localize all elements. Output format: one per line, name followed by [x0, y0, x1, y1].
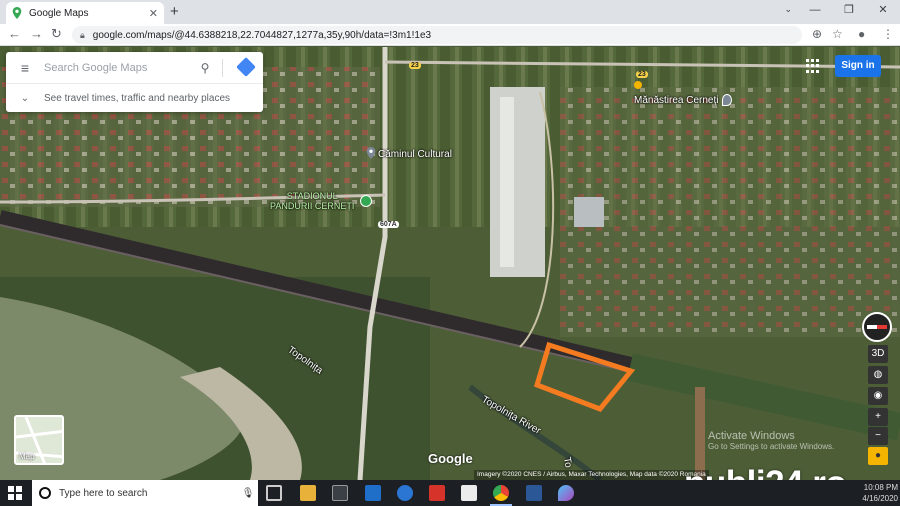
system-clock[interactable]: 10:08 PM 4/16/2020 [818, 482, 898, 504]
pegman-icon[interactable]: ● [868, 447, 888, 465]
directions-icon[interactable] [236, 57, 256, 77]
app-icon-colorful[interactable] [558, 485, 574, 501]
stadion-line2: PANDURII CERNEȚI [270, 201, 355, 211]
3d-toggle-button[interactable]: 3D [868, 345, 888, 363]
cortana-circle-icon [39, 487, 51, 499]
forward-button[interactable]: → [30, 26, 43, 41]
stadion-line1: STADIONUL [286, 191, 338, 201]
stadium-pin-icon[interactable] [360, 195, 372, 207]
search-card: ≡ ⚲ ⌄ See travel times, traffic and near… [6, 52, 263, 112]
tab-search-icon[interactable]: ⌄ [784, 4, 792, 15]
acrobat-icon[interactable] [429, 485, 445, 501]
edge-icon[interactable] [397, 485, 413, 501]
road-badge-23-top: 23 [409, 62, 421, 69]
road-badge-23-mid: 23 [636, 71, 648, 78]
new-tab-button[interactable]: + [170, 3, 179, 20]
place-label-manastirea[interactable]: Mănăstirea Cerneți [634, 95, 718, 106]
travel-hint-text: See travel times, traffic and nearby pla… [44, 92, 231, 104]
compass-icon[interactable] [862, 312, 892, 342]
publi24-watermark: publi24.ro [684, 464, 847, 480]
road-badge-607a: 607A [378, 221, 399, 228]
menu-kebab-icon[interactable]: ⋮ [882, 27, 894, 41]
monastery-dot-icon [634, 81, 642, 89]
taskbar-search-box[interactable]: Type here to search 🎙︎ [32, 480, 258, 506]
zoom-in-button[interactable]: + [868, 408, 888, 426]
search-divider [222, 58, 223, 77]
activate-windows-notice: Activate Windows Go to Settings to activ… [708, 430, 834, 451]
back-button[interactable]: ← [8, 26, 21, 41]
tab-strip: Google Maps ✕ + ⌄ — ❐ ✕ [0, 0, 900, 24]
search-icon[interactable]: ⚲ [194, 61, 216, 75]
lock-icon: 🔒︎ [80, 29, 85, 40]
search-input[interactable] [44, 61, 194, 74]
browser-toolbar: ← → ↻ 🔒︎ google.com/maps/@44.6388218,22.… [0, 24, 900, 46]
url-text: google.com/maps/@44.6388218,22.7044827,1… [92, 29, 432, 41]
place-label-stadion[interactable]: STADIONUL PANDURII CERNEȚI [270, 191, 354, 211]
close-window-button[interactable]: ✕ [866, 0, 900, 22]
google-logo: Google [428, 451, 473, 466]
sign-in-button[interactable]: Sign in [835, 55, 881, 77]
windows-taskbar: Type here to search 🎙︎ 10:08 PM 4/16/202… [0, 480, 900, 506]
taskbar-search-text: Type here to search [59, 487, 148, 499]
tab-close-icon[interactable]: ✕ [149, 7, 158, 20]
satellite-map[interactable]: Căminul Cultural STADIONUL PANDURII CERN… [0, 47, 900, 480]
clock-date: 4/16/2020 [862, 494, 898, 503]
attribution-text: Imagery ©2020 CNES / Airbus, Maxar Techn… [474, 470, 709, 480]
maps-pin-icon [12, 7, 22, 19]
chevron-down-icon: ⌄ [20, 92, 30, 104]
river-label-short: To [560, 456, 574, 469]
travel-times-row[interactable]: ⌄ See travel times, traffic and nearby p… [6, 84, 263, 112]
place-label-caminul[interactable]: Căminul Cultural [378, 149, 452, 160]
location-icon[interactable]: ⊕ [812, 27, 822, 41]
apps-grid-icon[interactable] [806, 59, 820, 73]
window-controls: — ❐ ✕ [798, 0, 900, 22]
map-layer-toggle[interactable]: Map [14, 415, 64, 465]
layer-label: Map [19, 452, 35, 461]
tab-title: Google Maps [29, 7, 89, 19]
tab-google-maps[interactable]: Google Maps ✕ [6, 2, 164, 24]
search-row: ≡ ⚲ [6, 52, 263, 84]
profile-avatar-icon[interactable]: ● [858, 27, 865, 41]
maximize-button[interactable]: ❐ [832, 0, 866, 22]
clock-time: 10:08 PM [863, 483, 898, 492]
address-bar[interactable]: 🔒︎ google.com/maps/@44.6388218,22.704482… [72, 26, 802, 44]
globe-icon[interactable]: ◍ [868, 366, 888, 384]
zoom-out-button[interactable]: − [868, 427, 888, 445]
mail-icon[interactable] [365, 485, 381, 501]
store-icon[interactable] [332, 485, 348, 501]
monastery-pin-icon[interactable] [722, 94, 732, 106]
reload-button[interactable]: ↻ [51, 26, 62, 42]
activate-title: Activate Windows [708, 430, 795, 442]
microphone-icon[interactable]: 🎙︎ [238, 488, 258, 499]
task-view-icon[interactable] [266, 485, 282, 501]
minimize-button[interactable]: — [798, 0, 832, 22]
activate-sub: Go to Settings to activate Windows. [708, 442, 835, 451]
bookmark-star-icon[interactable]: ☆ [832, 27, 843, 41]
file-explorer-icon[interactable] [300, 485, 316, 501]
windows-start-icon[interactable] [8, 486, 22, 500]
word-icon[interactable] [526, 485, 542, 501]
calculator-icon[interactable] [461, 485, 477, 501]
chrome-icon[interactable] [490, 485, 512, 506]
my-location-icon[interactable]: ◉ [868, 387, 888, 405]
menu-hamburger-icon[interactable]: ≡ [6, 60, 44, 76]
